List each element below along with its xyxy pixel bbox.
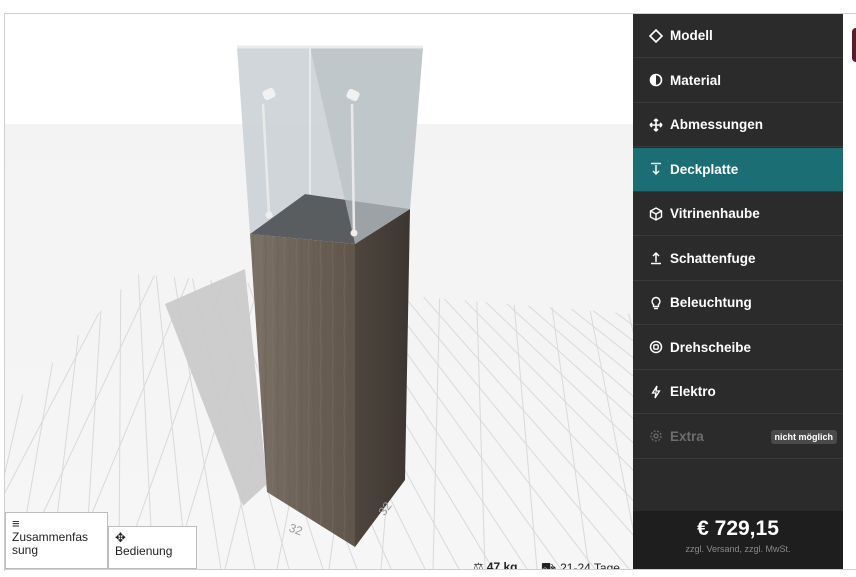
price-panel: € 729,15 zzgl. Versand, zzgl. MwSt. (633, 511, 843, 569)
menu-item-schattenfuge[interactable]: Schattenfuge (633, 237, 843, 281)
menu-item-label: Beleuchtung (670, 295, 752, 310)
delivery-value: 21-24 Tage (560, 561, 620, 569)
summary-button-label: Zusammenfas sung (12, 530, 89, 557)
menu-item-label: Modell (670, 28, 713, 43)
menu-item-label: Vitrinenhaube (670, 206, 760, 221)
status-badge: nicht möglich (770, 429, 837, 444)
menu-item-label: Abmessungen (670, 117, 764, 132)
menu-item-deckplatte[interactable]: Deckplatte (633, 147, 843, 192)
menu-item-label: Elektro (670, 384, 716, 399)
scene-canvas[interactable]: 32 32 (5, 14, 633, 569)
right-strip (843, 14, 856, 569)
cube-icon (648, 206, 664, 222)
menu-item-label: Deckplatte (670, 161, 739, 177)
delivery-indicator: ⛟ 21-24 Tage (541, 560, 620, 569)
menu-item-beleuchtung[interactable]: Beleuchtung (633, 281, 843, 325)
menu-icon: ≡ (12, 516, 20, 531)
menu-item-modell[interactable]: Modell (633, 14, 843, 58)
menu-item-elektro[interactable]: Elektro (633, 370, 843, 414)
menu-item-label: Extra (670, 428, 704, 444)
gear-icon (648, 428, 664, 444)
arrow-up-from-line-icon (648, 250, 664, 266)
menu-item-label: Material (670, 72, 722, 88)
weight-value: 47 kg (486, 560, 518, 569)
summary-button[interactable]: ≡ Zusammenfas sung (5, 512, 108, 569)
controls-button-label: Bedienung (115, 544, 173, 558)
menu-item-abmessungen[interactable]: Abmessungen (633, 103, 843, 147)
spot-base-left (265, 211, 273, 219)
move-icon: ✥ (115, 530, 126, 545)
diamond-icon (648, 28, 664, 44)
3d-viewport[interactable]: 32 32 ≡ Zusammenfas sung ✥ Bedienung ⚖ 4… (5, 14, 633, 569)
price-note: zzgl. Versand, zzgl. MwSt. (685, 544, 791, 554)
menu-item-material[interactable]: Material (633, 59, 843, 103)
arrow-down-to-line-icon (648, 161, 664, 177)
menu-item-drehscheibe[interactable]: Drehscheibe (633, 326, 843, 370)
truck-icon: ⛟ (541, 560, 557, 569)
half-circle-icon (648, 72, 664, 88)
controls-button[interactable]: ✥ Bedienung (108, 526, 197, 569)
scale-icon: ⚖ (473, 560, 484, 569)
lightbulb-icon (648, 295, 664, 311)
menu-item-label: Schattenfuge (670, 250, 756, 266)
menu-item-vitrinenhaube[interactable]: Vitrinenhaube (633, 192, 843, 236)
side-tab[interactable] (852, 28, 856, 62)
weight-indicator: ⚖ 47 kg (473, 560, 517, 569)
price-value: € 729,15 (697, 517, 779, 540)
disc-icon (648, 339, 664, 355)
lightning-icon (648, 384, 664, 400)
menu-item-label: Drehscheibe (670, 339, 752, 355)
menu-item-extra: Extra nicht möglich (633, 415, 843, 459)
move-arrows-icon (648, 117, 664, 133)
bottom-border (4, 569, 856, 570)
spot-base-right (350, 229, 358, 237)
config-sidebar: Modell Material Abmessungen Deckplatte Vitri… (633, 14, 843, 569)
